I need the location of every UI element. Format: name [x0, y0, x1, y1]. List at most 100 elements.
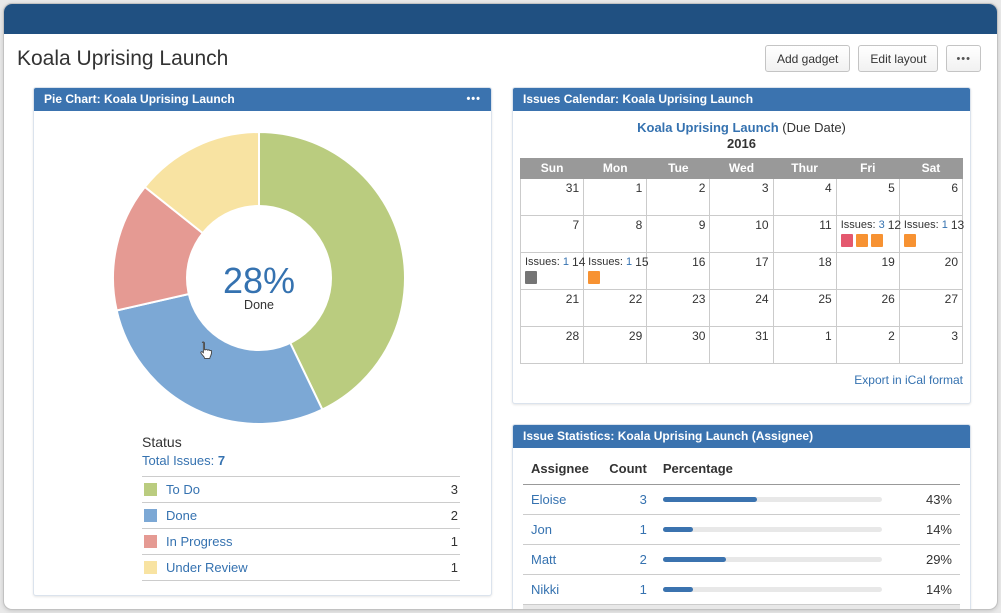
assignee-link[interactable]: Nikki	[531, 582, 559, 597]
page-title: Koala Uprising Launch	[17, 47, 228, 71]
calendar-day-number: 28	[566, 329, 579, 343]
calendar-issues-count-link[interactable]: 1	[626, 256, 632, 268]
percentage-bar-fill	[663, 557, 727, 562]
dashboard-toolbar: Add gadget Edit layout •••	[765, 45, 981, 72]
more-actions-button[interactable]: •••	[946, 45, 981, 72]
stats-total-label: Total	[523, 605, 597, 611]
calendar-cell-issues: Issues: 1	[904, 218, 948, 232]
issues-calendar-gadget: Issues Calendar: Koala Uprising Launch K…	[512, 87, 971, 404]
calendar-table: SunMonTueWedThurFriSat 311234567891011Is…	[520, 158, 963, 364]
calendar-day-cell: 19	[836, 253, 899, 290]
calendar-week-row: 31123456	[521, 179, 963, 216]
calendar-day-number: 31	[755, 329, 768, 343]
issue-square-icon[interactable]	[525, 271, 537, 284]
stats-gadget-header: Issue Statistics: Koala Uprising Launch …	[513, 425, 970, 448]
calendar-day-cell: 29	[584, 327, 647, 364]
stats-percentage-label: 14%	[902, 515, 960, 545]
assignee-link[interactable]: Eloise	[531, 492, 566, 507]
legend-count: 1	[426, 529, 460, 555]
percentage-bar-fill	[663, 587, 694, 592]
calendar-day-number: 4	[825, 181, 832, 195]
count-link[interactable]: 3	[640, 492, 647, 507]
legend-label-link[interactable]: Under Review	[164, 555, 426, 581]
calendar-week-row: 28293031123	[521, 327, 963, 364]
calendar-day-number: 8	[636, 218, 643, 232]
calendar-day-number: 25	[818, 292, 831, 306]
calendar-day-number: 3	[951, 329, 958, 343]
issue-square-icon[interactable]	[871, 234, 883, 247]
stats-total-row: Total 7	[523, 605, 960, 611]
calendar-day-number: 24	[755, 292, 768, 306]
stats-assignee-cell: Matt	[523, 545, 597, 575]
issue-square-icon[interactable]	[904, 234, 916, 247]
calendar-day-cell: Issues: 114	[521, 253, 584, 290]
legend-color-swatch	[144, 535, 157, 548]
calendar-day-header: Mon	[584, 159, 647, 179]
right-column: Issues Calendar: Koala Uprising Launch K…	[512, 87, 971, 610]
donut-center-label: Done	[244, 298, 274, 312]
issue-square-icon[interactable]	[588, 271, 600, 284]
legend-label-link[interactable]: Done	[164, 503, 426, 529]
calendar-day-number: 11	[819, 218, 831, 232]
assignee-link[interactable]: Matt	[531, 552, 556, 567]
calendar-issues-count-link[interactable]: 3	[879, 219, 885, 231]
calendar-day-cell: 22	[584, 290, 647, 327]
stats-row: Nikki114%	[523, 575, 960, 605]
count-link[interactable]: 1	[640, 522, 647, 537]
calendar-day-cell: 3	[710, 179, 773, 216]
stats-row: Jon 1 14%	[523, 515, 960, 545]
donut-chart[interactable]: 28%Done	[34, 121, 491, 434]
calendar-day-cell: 2	[836, 327, 899, 364]
count-link[interactable]: 1	[640, 582, 647, 597]
calendar-day-number: 1	[825, 329, 832, 343]
percentage-bar-track	[663, 557, 882, 562]
legend-label-link[interactable]: In Progress	[164, 529, 426, 555]
legend-swatch-cell	[142, 477, 164, 503]
calendar-day-number: 17	[755, 255, 768, 269]
legend-row: In Progress1	[142, 529, 460, 555]
calendar-day-number: 29	[629, 329, 642, 343]
calendar-day-number: 1	[636, 181, 643, 195]
calendar-day-cell: Issues: 312	[836, 216, 899, 253]
calendar-subtitle: Koala Uprising Launch (Due Date)	[520, 120, 963, 135]
calendar-day-number: 10	[755, 218, 768, 232]
legend-color-swatch	[144, 509, 157, 522]
calendar-day-cell: 4	[773, 179, 836, 216]
export-ical-link[interactable]: Export in iCal format	[854, 373, 963, 387]
calendar-day-header: Fri	[836, 159, 899, 179]
calendar-issue-squares	[525, 271, 579, 287]
stats-col-count: Count	[597, 452, 655, 485]
calendar-project-link[interactable]: Koala Uprising Launch	[637, 120, 779, 135]
stats-bar-cell	[655, 575, 902, 605]
calendar-issue-squares	[588, 271, 642, 287]
stats-percentage-label: 29%	[902, 545, 960, 575]
calendar-day-header: Wed	[710, 159, 773, 179]
percentage-bar-fill	[663, 527, 694, 532]
dashboard-columns: Pie Chart: Koala Uprising Launch ••• 28%…	[4, 82, 997, 610]
legend-row: Under Review1	[142, 555, 460, 581]
legend-swatch-cell	[142, 529, 164, 555]
calendar-day-cell: 24	[710, 290, 773, 327]
add-gadget-button[interactable]: Add gadget	[765, 45, 850, 72]
percentage-bar-track	[663, 587, 882, 592]
calendar-issues-count-link[interactable]: 1	[563, 256, 569, 268]
legend-title: Status	[142, 434, 460, 450]
legend-label-link[interactable]: To Do	[164, 477, 426, 503]
count-link[interactable]: 2	[640, 552, 647, 567]
legend-count: 3	[426, 477, 460, 503]
issue-square-icon[interactable]	[856, 234, 868, 247]
issue-square-icon[interactable]	[841, 234, 853, 247]
stats-count-cell: 1	[597, 575, 655, 605]
gadget-menu-ellipsis-icon[interactable]: •••	[466, 94, 481, 105]
calendar-issues-count-link[interactable]: 1	[942, 219, 948, 231]
calendar-day-number: 22	[629, 292, 642, 306]
legend-total: Total Issues: 7	[142, 453, 460, 468]
calendar-day-number: 18	[818, 255, 831, 269]
edit-layout-button[interactable]: Edit layout	[858, 45, 938, 72]
calendar-day-number: 21	[566, 292, 579, 306]
pie-gadget-header: Pie Chart: Koala Uprising Launch •••	[34, 88, 491, 111]
assignee-link[interactable]: Jon	[531, 522, 552, 537]
issue-statistics-gadget: Issue Statistics: Koala Uprising Launch …	[512, 424, 971, 610]
calendar-day-number: 14	[572, 255, 585, 269]
stats-gadget-body: Assignee Count Percentage Eloise343%Jon1…	[513, 448, 970, 610]
